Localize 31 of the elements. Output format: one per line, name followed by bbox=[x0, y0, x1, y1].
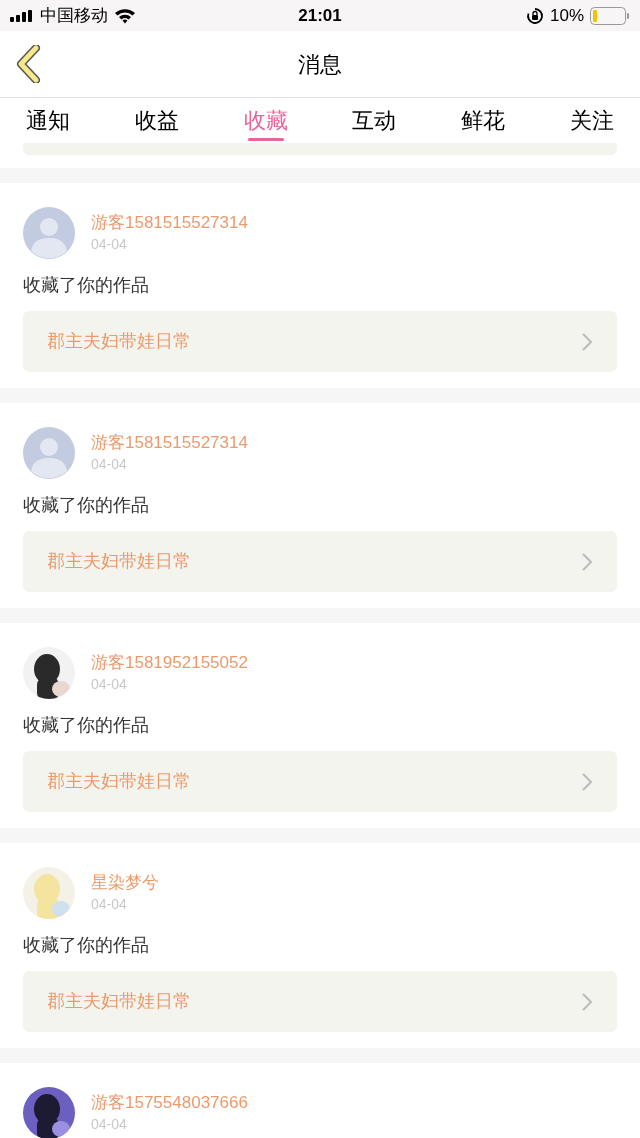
battery-icon bbox=[590, 6, 630, 25]
user-avatar-icon bbox=[23, 207, 75, 259]
chevron-right-icon bbox=[581, 551, 593, 572]
signal-icon bbox=[10, 9, 34, 22]
user-name: 游客1581515527314 bbox=[91, 212, 248, 234]
message-text: 收藏了你的作品 bbox=[23, 714, 150, 737]
chevron-right-icon bbox=[581, 331, 593, 352]
back-button[interactable] bbox=[15, 44, 43, 84]
tab-underline bbox=[247, 138, 284, 141]
back-icon bbox=[16, 45, 42, 83]
clock-time: 21:01 bbox=[298, 4, 342, 27]
carrier-name: 中国移动 bbox=[40, 4, 108, 27]
user-name: 游客1575548037666 bbox=[91, 1092, 248, 1114]
tab[interactable]: 鲜花 bbox=[461, 98, 506, 143]
message-text: 收藏了你的作品 bbox=[23, 934, 150, 957]
user-name: 游客1581952155052 bbox=[91, 652, 248, 674]
battery-percent: 10% bbox=[549, 4, 584, 27]
rotation-lock-icon bbox=[525, 6, 544, 25]
tab[interactable]: 收益 bbox=[134, 98, 179, 143]
page-title: 消息 bbox=[298, 50, 342, 79]
tab[interactable]: 关注 bbox=[570, 98, 614, 143]
chevron-right-icon bbox=[581, 771, 593, 792]
message-text: 收藏了你的作品 bbox=[23, 274, 150, 297]
user-name: 星染梦兮 bbox=[91, 872, 159, 894]
tab[interactable]: 互动 bbox=[352, 98, 397, 143]
user-avatar-icon bbox=[23, 427, 75, 479]
tab[interactable]: 通知 bbox=[26, 98, 70, 143]
chevron-right-icon bbox=[581, 991, 593, 1012]
message-text: 收藏了你的作品 bbox=[23, 494, 150, 517]
wifi-icon bbox=[114, 7, 136, 24]
user-name: 游客1581515527314 bbox=[91, 432, 248, 454]
